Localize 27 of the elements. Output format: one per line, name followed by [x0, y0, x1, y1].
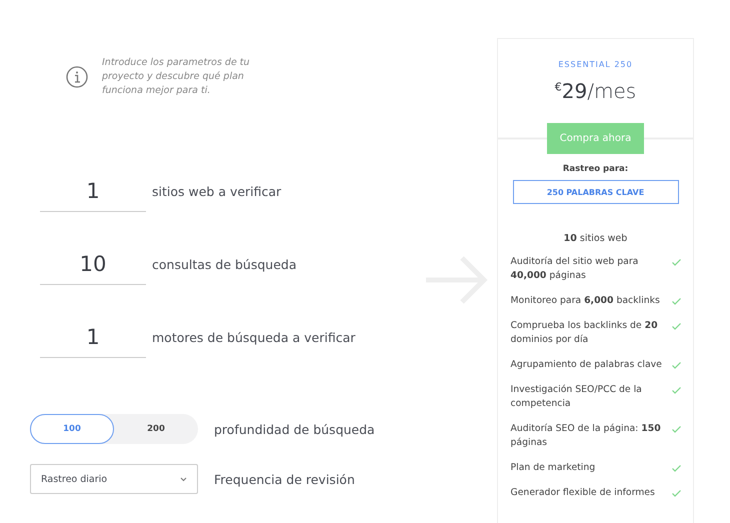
plan-price: $^{€}$29/mes: [554, 79, 636, 103]
number-field[interactable]: 1: [40, 317, 146, 358]
info-icon: [66, 66, 88, 88]
feature-text: Agrupamiento de palabras clave: [510, 358, 662, 372]
number-field[interactable]: 10: [40, 244, 146, 285]
depth-label: profundidad de búsqueda: [214, 422, 375, 436]
feature-text: Investigación SEO/PCC de la competencia: [510, 383, 643, 411]
frequency-select[interactable]: Rastreo diario: [30, 464, 198, 494]
feature-text: Monitoreo para 6,000 backlinks: [510, 294, 660, 308]
field-label: consultas de búsqueda: [152, 257, 297, 272]
depth-option[interactable]: 200: [114, 414, 198, 444]
feature-text: Comprueba los backlinks de 20 dominios por día: [510, 319, 659, 347]
field-label: sitios web a verificar: [152, 184, 282, 199]
intro-text: Introduce los parametros de tu proyecto y descubre qué plan funciona mejor para ti.: [102, 56, 251, 98]
keywords-button[interactable]: 250 PALABRAS CLAVE: [512, 180, 678, 204]
chevron-icon: [180, 476, 187, 482]
tracking-label: Rastreo para:: [562, 164, 628, 174]
feature-text: Auditoría SEO de la página: 150 páginas: [510, 422, 662, 450]
feature-text: Plan de marketing: [510, 461, 596, 475]
field-label: motores de búsqueda a verificar: [152, 330, 356, 345]
frequency-label: Frequencia de revisión: [214, 472, 355, 486]
sites-count: 10 sitios web: [564, 233, 628, 244]
plan-name: ESSENTIAL 250: [558, 60, 633, 69]
depth-option[interactable]: 100: [30, 414, 114, 444]
feature-text: Auditoría del sitio web para 40,000 páginas: [510, 255, 640, 283]
feature-text: Generador flexible de informes: [510, 486, 655, 500]
number-field[interactable]: 1: [40, 171, 146, 212]
